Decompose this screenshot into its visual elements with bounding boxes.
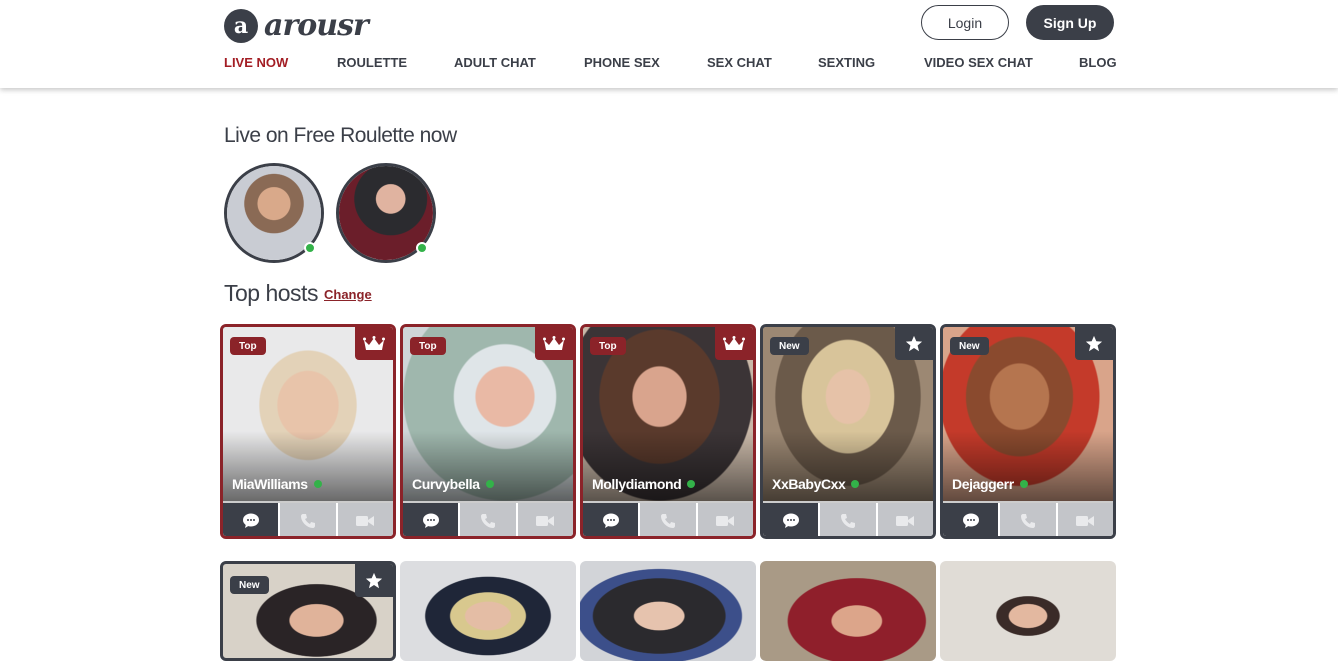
phone-icon [660, 514, 675, 528]
video-button[interactable] [877, 503, 933, 536]
video-camera-icon [716, 516, 735, 526]
online-indicator [416, 242, 428, 254]
chat-button[interactable] [403, 503, 459, 536]
phone-button[interactable] [640, 503, 696, 536]
nav-sexting[interactable]: SEXTING [818, 55, 875, 70]
phone-button[interactable] [1000, 503, 1056, 536]
site-header: a arousr Login Sign Up LIVE NOW ROULETTE… [0, 0, 1338, 88]
phone-icon [840, 514, 855, 528]
host-card[interactable] [400, 561, 576, 661]
crown-icon [355, 327, 393, 360]
online-indicator [687, 480, 696, 488]
video-button[interactable] [337, 503, 393, 536]
video-camera-icon [896, 516, 915, 526]
chat-bubble-icon [602, 513, 619, 528]
star-icon [895, 327, 933, 360]
online-indicator [313, 480, 322, 488]
host-card[interactable] [580, 561, 756, 661]
top-hosts-title: Top hosts [224, 280, 318, 306]
video-camera-icon [536, 516, 555, 526]
host-card[interactable]: New XxBabyCxx [760, 324, 936, 539]
host-name: Dejaggerr [952, 476, 1014, 492]
nav-sex-chat[interactable]: SEX CHAT [707, 55, 772, 70]
star-icon [1075, 327, 1113, 360]
online-indicator [485, 480, 494, 488]
star-icon [355, 564, 393, 597]
video-button[interactable] [697, 503, 753, 536]
host-card[interactable] [760, 561, 936, 661]
host-card[interactable]: New Dejaggerr [940, 324, 1116, 539]
status-badge: Top [590, 337, 626, 355]
status-badge: New [230, 576, 269, 594]
host-card[interactable]: Top Curvybella [400, 324, 576, 539]
nav-video-sex-chat[interactable]: VIDEO SEX CHAT [924, 55, 1033, 70]
host-card[interactable]: New [220, 561, 396, 661]
login-button[interactable]: Login [921, 5, 1009, 40]
phone-button[interactable] [820, 503, 876, 536]
signup-button[interactable]: Sign Up [1026, 5, 1114, 40]
status-badge: Top [230, 337, 266, 355]
nav-adult-chat[interactable]: ADULT CHAT [454, 55, 536, 70]
logo-badge-icon: a [224, 8, 258, 43]
host-name: XxBabyCxx [772, 476, 846, 492]
phone-button[interactable] [460, 503, 516, 536]
nav-blog[interactable]: BLOG [1079, 55, 1117, 70]
phone-icon [480, 514, 495, 528]
crown-icon [715, 327, 753, 360]
video-camera-icon [1076, 516, 1095, 526]
status-badge: New [770, 337, 809, 355]
chat-button[interactable] [223, 503, 279, 536]
nav-phone-sex[interactable]: PHONE SEX [584, 55, 660, 70]
nav-roulette[interactable]: ROULETTE [337, 55, 407, 70]
crown-icon [535, 327, 573, 360]
host-name: Mollydiamond [592, 476, 682, 492]
host-card[interactable]: Top Mollydiamond [580, 324, 756, 539]
phone-button[interactable] [280, 503, 336, 536]
host-card[interactable] [940, 561, 1116, 661]
chat-bubble-icon [242, 513, 259, 528]
phone-icon [1020, 514, 1035, 528]
online-indicator [851, 480, 860, 488]
host-card[interactable]: Top MiaWilliams [220, 324, 396, 539]
online-indicator [1019, 480, 1028, 488]
status-badge: Top [410, 337, 446, 355]
roulette-title: Live on Free Roulette now [224, 124, 457, 147]
video-button[interactable] [517, 503, 573, 536]
chat-bubble-icon [782, 513, 799, 528]
chat-button[interactable] [583, 503, 639, 536]
chat-bubble-icon [962, 513, 979, 528]
phone-icon [300, 514, 315, 528]
host-name: MiaWilliams [232, 476, 308, 492]
status-badge: New [950, 337, 989, 355]
logo[interactable]: a arousr [224, 8, 369, 43]
chat-bubble-icon [422, 513, 439, 528]
video-camera-icon [356, 516, 375, 526]
change-link[interactable]: Change [324, 287, 372, 302]
chat-button[interactable] [943, 503, 999, 536]
host-name: Curvybella [412, 476, 480, 492]
online-indicator [304, 242, 316, 254]
chat-button[interactable] [763, 503, 819, 536]
logo-text: arousr [264, 8, 369, 43]
video-button[interactable] [1057, 503, 1113, 536]
nav-live-now[interactable]: LIVE NOW [224, 55, 288, 70]
